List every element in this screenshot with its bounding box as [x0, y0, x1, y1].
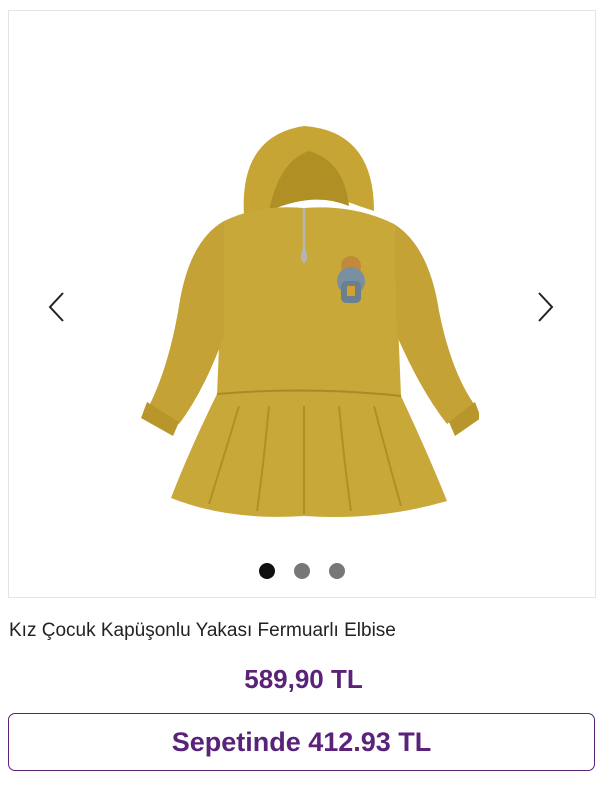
basket-price-box: Sepetinde 412.93 TL [8, 713, 595, 771]
product-image-carousel[interactable] [8, 10, 596, 598]
chevron-right-icon [538, 292, 554, 322]
carousel-dot[interactable] [294, 563, 310, 579]
product-price: 589,90 TL [244, 664, 363, 694]
carousel-dot[interactable] [329, 563, 345, 579]
next-image-button[interactable] [525, 287, 565, 327]
product-title: Kız Çocuk Kapüşonlu Yakası Fermuarlı Elb… [9, 620, 396, 641]
carousel-dot[interactable] [259, 563, 275, 579]
chevron-left-icon [48, 292, 64, 322]
previous-image-button[interactable] [37, 287, 77, 327]
carousel-pagination [9, 563, 595, 579]
product-image [141, 126, 479, 517]
